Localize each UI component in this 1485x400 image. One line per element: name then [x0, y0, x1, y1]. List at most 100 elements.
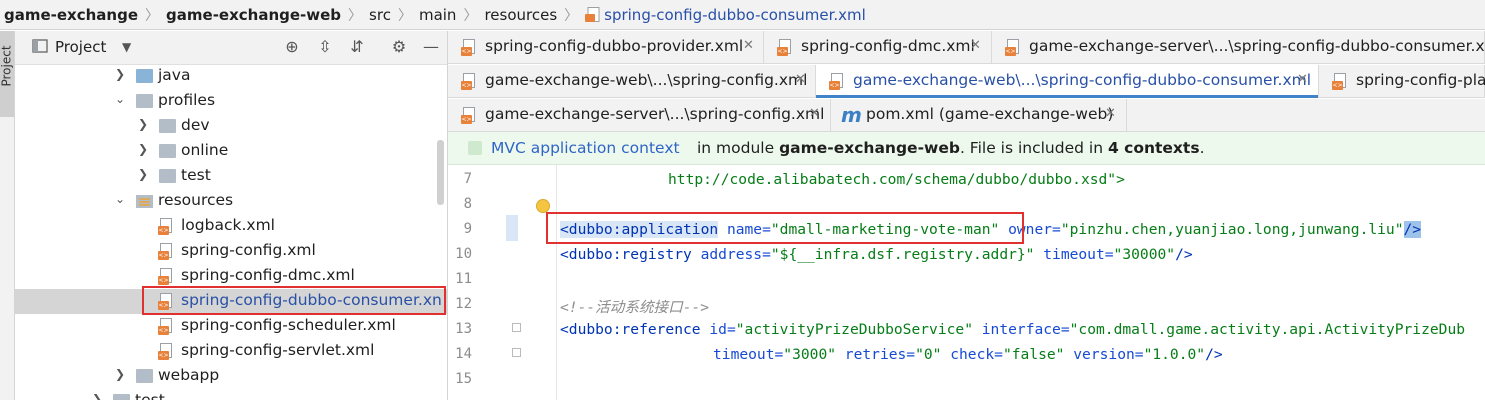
chevron-right-icon[interactable]: ❯	[115, 367, 125, 381]
code-token: "3000"	[783, 346, 837, 363]
tree-item-label: webapp	[158, 366, 220, 384]
editor-tab[interactable]: <> game-exchange-web\...\spring-config.x…	[448, 65, 816, 97]
fold-marker-icon[interactable]	[512, 348, 521, 357]
xml-file-icon: <>	[158, 343, 173, 360]
tree-item-label: java	[158, 66, 191, 84]
code-token: />	[1403, 221, 1422, 238]
close-icon[interactable]: ✕	[809, 106, 820, 121]
chevron-right-icon: 〉	[397, 7, 412, 24]
indent-guide	[556, 165, 557, 400]
breadcrumb-item-src[interactable]: src	[369, 6, 391, 24]
tab-label: game-exchange-server\...\spring-config-d…	[1029, 37, 1485, 55]
breadcrumb-item-main[interactable]: main	[419, 6, 456, 24]
code-token: />	[1205, 346, 1223, 363]
tree-item-file[interactable]: <> spring-config.xml	[15, 239, 447, 264]
folder-icon	[136, 369, 153, 383]
lightbulb-icon[interactable]	[536, 199, 550, 213]
xml-file-icon: <>	[461, 107, 476, 124]
breadcrumb-item-project[interactable]: game-exchange	[4, 6, 138, 24]
xml-file-icon	[585, 7, 600, 22]
code-token: version=	[1064, 346, 1144, 363]
code-editor[interactable]: 7 8 9 10 11 12 13 14 15 http://code.alib…	[448, 165, 1485, 400]
chevron-right-icon: 〉	[463, 7, 478, 24]
code-token: "1.0.0"	[1143, 346, 1206, 363]
line-number: 11	[455, 271, 472, 287]
tree-item-file[interactable]: <> spring-config-servlet.xml	[15, 339, 447, 364]
close-icon[interactable]: ✕	[970, 38, 981, 53]
banner-suffix: .	[1199, 139, 1205, 157]
chevron-down-icon[interactable]: ▼	[122, 40, 131, 54]
xml-file-icon: <>	[461, 39, 476, 56]
line-number: 13	[455, 321, 472, 337]
tab-label: game-exchange-web\...\spring-config-dubb…	[853, 71, 1312, 89]
expand-all-icon[interactable]: ⇳	[316, 38, 334, 56]
line-number: 15	[455, 371, 472, 387]
line-number: 9	[463, 221, 472, 237]
tree-item-label: test	[181, 166, 211, 184]
editor-tab[interactable]: <> spring-config-dmc.xml ✕	[764, 31, 992, 63]
chevron-right-icon[interactable]: ❯	[138, 117, 148, 131]
fold-marker-icon[interactable]	[512, 323, 521, 332]
chevron-right-icon: 〉	[564, 7, 579, 24]
code-token: "${__infra.dsf.registry.addr}"	[770, 246, 1035, 263]
tree-item-label: logback.xml	[181, 216, 275, 234]
editor-tab[interactable]: <> game-exchange-server\...\spring-confi…	[448, 99, 831, 131]
tree-item-profiles[interactable]: ⌄ profiles	[15, 89, 447, 114]
chevron-right-icon[interactable]: ❯	[138, 167, 148, 181]
tool-window-stripe: Project	[0, 31, 15, 400]
editor-tab-active[interactable]: <> game-exchange-web\...\spring-config-d…	[816, 65, 1319, 98]
project-tool-window-button[interactable]: Project	[0, 31, 14, 117]
tree-item-dev[interactable]: ❯ dev	[15, 114, 447, 139]
chevron-right-icon[interactable]: ❯	[92, 392, 102, 400]
resources-folder-icon	[136, 194, 153, 208]
breadcrumb-item-resources[interactable]: resources	[484, 6, 557, 24]
editor-tab-row: <> spring-config-dubbo-provider.xml ✕ <>…	[448, 31, 1485, 64]
code-line-14: timeout="3000" retries="0" check="false"…	[713, 346, 1223, 363]
code-token: timeout=	[713, 346, 784, 363]
chevron-down-icon[interactable]: ⌄	[115, 92, 125, 106]
tree-item-java[interactable]: ❯ java	[15, 64, 447, 89]
code-token: "false"	[1002, 346, 1065, 363]
tree-item-file[interactable]: <> spring-config-scheduler.xml	[15, 314, 447, 339]
breadcrumb-item-module[interactable]: game-exchange-web	[166, 6, 341, 24]
project-panel-title[interactable]: Project	[55, 38, 106, 56]
tree-item-webapp[interactable]: ❯ webapp	[15, 364, 447, 389]
code-token: timeout=	[1034, 246, 1114, 263]
folder-icon	[159, 169, 176, 183]
tree-item-label: test	[135, 391, 165, 400]
editor-tab[interactable]: m pom.xml (game-exchange-web) ✕	[831, 99, 1127, 131]
editor-tab[interactable]: <> game-exchange-server\...\spring-confi…	[992, 31, 1485, 63]
project-panel: Project ▼ ⊕ ⇳ ⇵ ⚙ — ❯ java ⌄ profiles ❯ …	[15, 31, 448, 400]
tree-item-label: spring-config-scheduler.xml	[181, 316, 396, 334]
chevron-right-icon[interactable]: ❯	[115, 67, 125, 81]
banner-contexts[interactable]: 4 contexts	[1108, 139, 1200, 157]
tree-item-online[interactable]: ❯ online	[15, 139, 447, 164]
tree-item-file[interactable]: <> logback.xml	[15, 214, 447, 239]
tree-item-test[interactable]: ❯ test	[15, 164, 447, 189]
spring-leaf-icon	[468, 141, 482, 155]
mvc-context-link[interactable]: MVC application context	[491, 139, 680, 157]
xml-file-icon: <>	[158, 218, 173, 235]
close-icon[interactable]: ✕	[1105, 106, 1116, 121]
tab-label: spring-config-dubbo-provider.xml	[485, 37, 744, 55]
chevron-right-icon[interactable]: ❯	[138, 142, 148, 156]
line-number: 7	[463, 171, 472, 187]
context-banner: MVC application context in module game-e…	[448, 132, 1485, 165]
minimize-icon[interactable]: —	[422, 38, 440, 56]
project-scrollbar[interactable]	[437, 140, 444, 205]
editor-tab[interactable]: <> spring-config-plac	[1319, 65, 1485, 97]
locate-file-icon[interactable]: ⊕	[283, 38, 301, 56]
close-icon[interactable]: ✕	[795, 72, 806, 87]
editor-tab[interactable]: <> spring-config-dubbo-provider.xml ✕	[448, 31, 764, 63]
close-icon[interactable]: ✕	[743, 38, 754, 53]
collapse-all-icon[interactable]: ⇵	[348, 38, 366, 56]
tree-item-resources[interactable]: ⌄ resources	[15, 189, 447, 214]
tree-item-test[interactable]: ❯ test	[15, 389, 447, 400]
breadcrumb-item-file[interactable]: spring-config-dubbo-consumer.xml	[604, 6, 866, 24]
code-comment: <!--活动系统接口-->	[560, 299, 710, 316]
code-token: id=	[700, 321, 736, 338]
gear-icon[interactable]: ⚙	[390, 38, 408, 56]
banner-message: in module game-exchange-web. File is inc…	[697, 139, 1205, 157]
close-icon[interactable]: ✕	[1297, 72, 1308, 87]
chevron-down-icon[interactable]: ⌄	[115, 192, 125, 206]
